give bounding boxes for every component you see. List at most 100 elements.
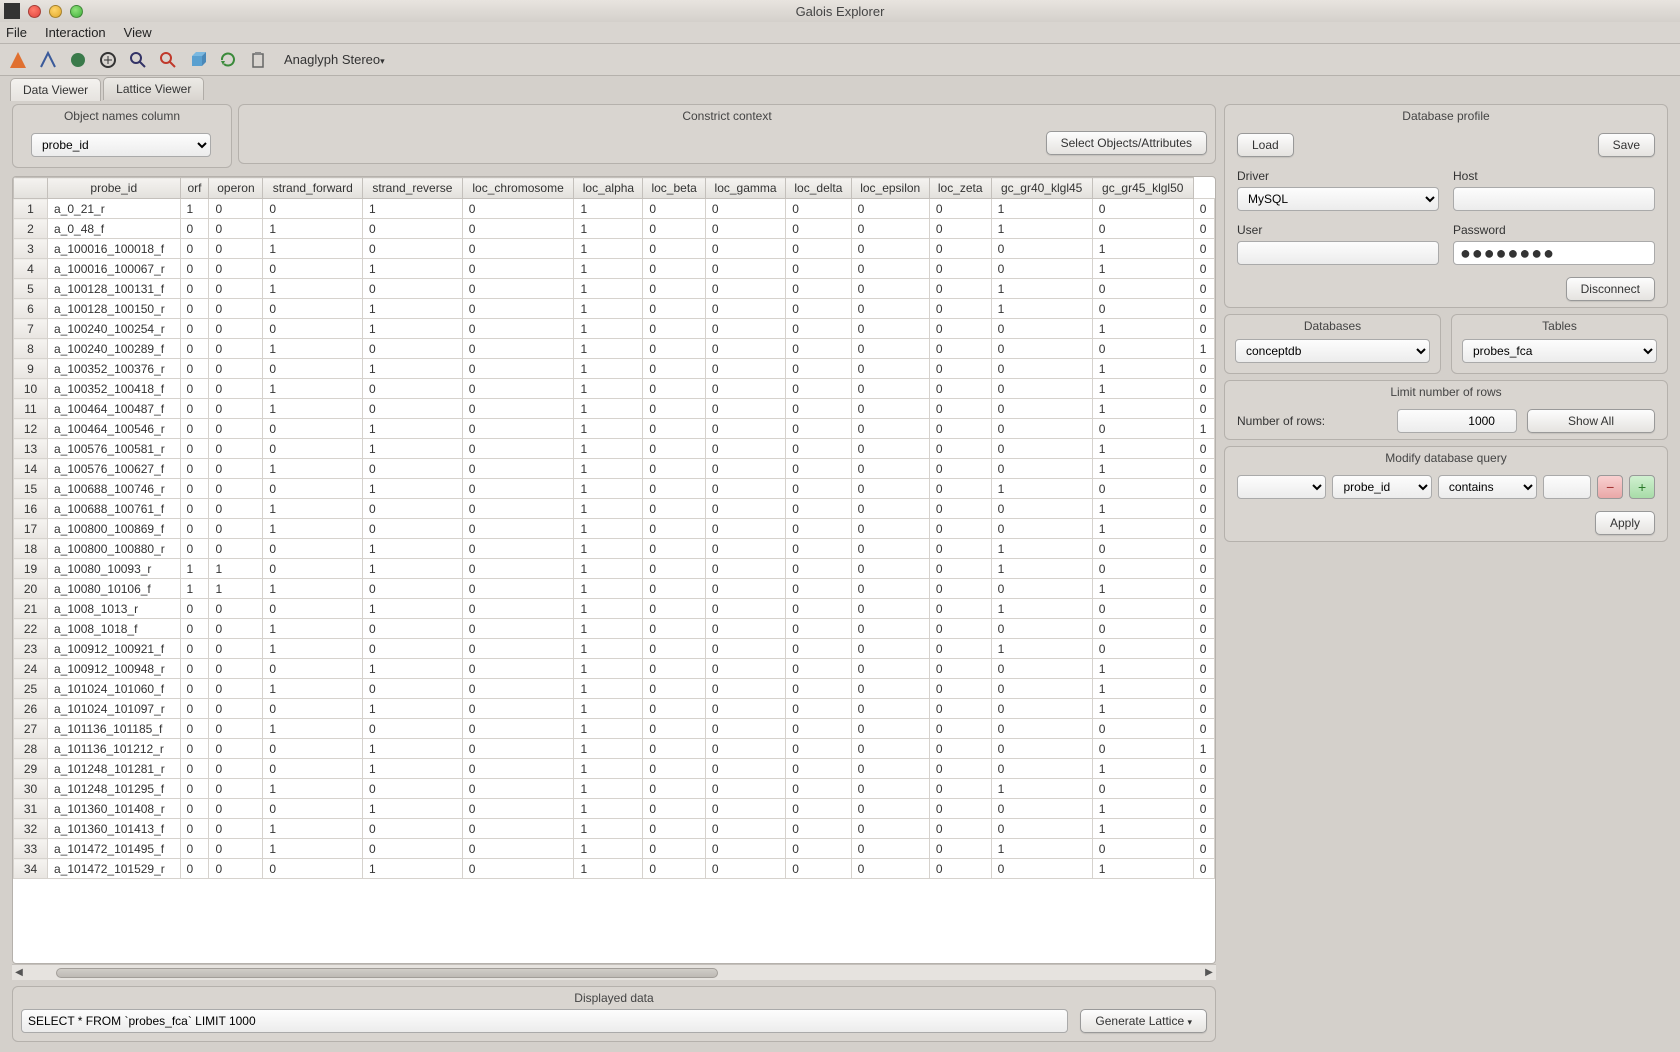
- cell[interactable]: 0: [929, 779, 991, 799]
- cell[interactable]: 0: [1193, 599, 1214, 619]
- cell[interactable]: 1: [1092, 679, 1193, 699]
- cell[interactable]: 0: [1193, 199, 1214, 219]
- table-row[interactable]: 12a_100464_100546_r00010100000001: [14, 419, 1215, 439]
- cell[interactable]: 1: [1193, 419, 1214, 439]
- cell[interactable]: 0: [462, 759, 574, 779]
- show-all-button[interactable]: Show All: [1527, 409, 1655, 433]
- cell[interactable]: 0: [209, 739, 263, 759]
- column-header[interactable]: gc_gr40_klgl45: [991, 178, 1092, 199]
- cell[interactable]: 0: [786, 519, 851, 539]
- cell[interactable]: 1: [574, 679, 643, 699]
- cell[interactable]: 1: [574, 259, 643, 279]
- cell[interactable]: 1: [574, 439, 643, 459]
- cell[interactable]: a_100352_100376_r: [48, 359, 181, 379]
- cell[interactable]: 0: [643, 619, 706, 639]
- cell[interactable]: 0: [1092, 559, 1193, 579]
- cell[interactable]: a_100128_100131_f: [48, 279, 181, 299]
- cell[interactable]: a_101472_101529_r: [48, 859, 181, 879]
- cell[interactable]: a_100464_100487_f: [48, 399, 181, 419]
- cell[interactable]: 1: [991, 779, 1092, 799]
- cell[interactable]: 1: [991, 559, 1092, 579]
- cell[interactable]: 0: [851, 619, 929, 639]
- cell[interactable]: 1: [991, 639, 1092, 659]
- cell[interactable]: 0: [851, 759, 929, 779]
- cell[interactable]: 1: [574, 759, 643, 779]
- cell[interactable]: 0: [851, 379, 929, 399]
- cell[interactable]: 0: [786, 279, 851, 299]
- cell[interactable]: 1: [574, 219, 643, 239]
- cell[interactable]: 0: [462, 679, 574, 699]
- cell[interactable]: 0: [1092, 479, 1193, 499]
- cell[interactable]: a_100352_100418_f: [48, 379, 181, 399]
- cell[interactable]: 0: [929, 239, 991, 259]
- cell[interactable]: 0: [991, 379, 1092, 399]
- cell[interactable]: a_101472_101495_f: [48, 839, 181, 859]
- cell[interactable]: 0: [705, 299, 785, 319]
- cell[interactable]: 0: [209, 539, 263, 559]
- cell[interactable]: 1: [180, 579, 209, 599]
- cell[interactable]: 1: [574, 299, 643, 319]
- cell[interactable]: a_100912_100921_f: [48, 639, 181, 659]
- cell[interactable]: 0: [786, 859, 851, 879]
- cell[interactable]: 0: [180, 499, 209, 519]
- cell[interactable]: 1: [263, 239, 363, 259]
- driver-select[interactable]: MySQL: [1237, 187, 1439, 211]
- cell[interactable]: 0: [643, 759, 706, 779]
- cell[interactable]: 0: [462, 699, 574, 719]
- cell[interactable]: a_101360_101413_f: [48, 819, 181, 839]
- cell[interactable]: 0: [643, 659, 706, 679]
- cell[interactable]: 0: [929, 639, 991, 659]
- cell[interactable]: 0: [462, 519, 574, 539]
- cell[interactable]: 0: [263, 359, 363, 379]
- cell[interactable]: 0: [1092, 739, 1193, 759]
- cell[interactable]: 0: [991, 239, 1092, 259]
- cell[interactable]: 0: [209, 679, 263, 699]
- cell[interactable]: 0: [462, 739, 574, 759]
- cell[interactable]: 0: [786, 739, 851, 759]
- table-row[interactable]: 17a_100800_100869_f00100100000010: [14, 519, 1215, 539]
- table-row[interactable]: 10a_100352_100418_f00100100000010: [14, 379, 1215, 399]
- cell[interactable]: 0: [851, 339, 929, 359]
- cell[interactable]: 1: [574, 339, 643, 359]
- cell[interactable]: 0: [363, 819, 463, 839]
- cell[interactable]: 0: [209, 379, 263, 399]
- cell[interactable]: 0: [786, 639, 851, 659]
- column-header[interactable]: loc_chromosome: [462, 178, 574, 199]
- cell[interactable]: 1: [1092, 799, 1193, 819]
- cell[interactable]: 0: [643, 339, 706, 359]
- cell[interactable]: 0: [363, 839, 463, 859]
- cell[interactable]: 1: [209, 559, 263, 579]
- cell[interactable]: 0: [786, 679, 851, 699]
- cell[interactable]: 0: [929, 479, 991, 499]
- table-row[interactable]: 22a_1008_1018_f00100100000000: [14, 619, 1215, 639]
- cell[interactable]: 0: [363, 619, 463, 639]
- cell[interactable]: 1: [1092, 519, 1193, 539]
- cell[interactable]: 1: [1092, 499, 1193, 519]
- cell[interactable]: 0: [991, 579, 1092, 599]
- tab-data-viewer[interactable]: Data Viewer: [10, 78, 101, 101]
- cell[interactable]: 0: [851, 779, 929, 799]
- cell[interactable]: a_100800_100880_r: [48, 539, 181, 559]
- apply-button[interactable]: Apply: [1595, 511, 1655, 535]
- column-header[interactable]: loc_gamma: [705, 178, 785, 199]
- query-input[interactable]: [21, 1009, 1068, 1033]
- cell[interactable]: 0: [462, 579, 574, 599]
- cell[interactable]: 0: [786, 499, 851, 519]
- cell[interactable]: 0: [209, 199, 263, 219]
- cell[interactable]: 0: [643, 739, 706, 759]
- cell[interactable]: a_101136_101185_f: [48, 719, 181, 739]
- cell[interactable]: 0: [705, 359, 785, 379]
- numrows-input[interactable]: [1397, 409, 1517, 433]
- cell[interactable]: 0: [643, 819, 706, 839]
- table-row[interactable]: 29a_101248_101281_r00010100000010: [14, 759, 1215, 779]
- cell[interactable]: 1: [1092, 359, 1193, 379]
- cell[interactable]: 0: [786, 339, 851, 359]
- cell[interactable]: 1: [991, 839, 1092, 859]
- table-row[interactable]: 19a_10080_10093_r11010100000100: [14, 559, 1215, 579]
- cell[interactable]: 1: [574, 539, 643, 559]
- cell[interactable]: 0: [363, 719, 463, 739]
- cell[interactable]: 1: [263, 279, 363, 299]
- cell[interactable]: 0: [705, 419, 785, 439]
- cell[interactable]: 0: [1092, 339, 1193, 359]
- filter-logic-select[interactable]: [1237, 475, 1326, 499]
